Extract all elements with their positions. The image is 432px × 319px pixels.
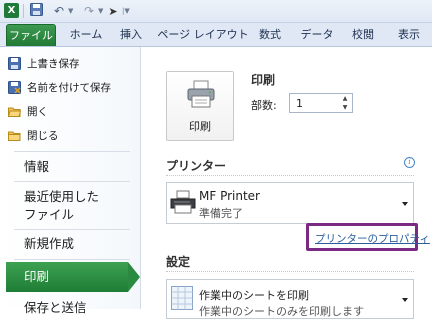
close-command-label: 閉じる <box>27 129 59 142</box>
ribbon-tabs: ファイル ホーム 挿入 ページ レイアウト 数式 データ 校閲 表示 <box>0 23 432 47</box>
tab-view[interactable]: 表示 <box>392 23 426 46</box>
print-scope-description: 作業中のシートのみを印刷します <box>199 305 364 318</box>
printer-dropdown[interactable]: MF Printer 準備完了 <box>166 182 414 224</box>
nav-divider <box>14 151 130 152</box>
printer-icon <box>170 189 196 215</box>
print-button[interactable]: 印刷 <box>166 71 234 141</box>
nav-info[interactable]: 情報 <box>0 158 140 176</box>
tab-page-layout[interactable]: ページ レイアウト <box>154 23 252 46</box>
nav-save-send[interactable]: 保存と送信 <box>0 299 140 317</box>
printer-section-title: プリンター <box>166 159 227 173</box>
close-folder-icon <box>8 129 21 142</box>
save-command-label: 上書き保存 <box>27 57 80 70</box>
nav-recent-line1: 最近使用した <box>24 189 100 204</box>
open-folder-icon <box>7 105 22 118</box>
open-command-label: 開く <box>27 105 48 118</box>
print-scope-name: 作業中のシートを印刷 <box>199 289 309 302</box>
copies-label: 部数: <box>251 99 277 112</box>
info-icon[interactable]: i <box>404 157 415 168</box>
printer-icon <box>186 80 216 108</box>
tab-insert[interactable]: 挿入 <box>114 23 148 46</box>
save-as-command-label: 名前を付けて保存 <box>27 81 111 94</box>
spin-up-icon[interactable]: ▲ <box>340 95 350 103</box>
title-bar: X ↶ ▼ ↷ ▼ ➤ |▼ <box>0 0 432 23</box>
nav-recent-line2: ファイル <box>24 207 75 222</box>
copies-value[interactable]: 1 <box>296 97 303 110</box>
pointer-icon[interactable]: ➤ <box>108 3 118 19</box>
tab-file[interactable]: ファイル <box>6 24 56 46</box>
nav-active-arrow <box>128 262 140 292</box>
print-heading: 印刷 <box>251 73 276 87</box>
printer-name: MF Printer <box>199 189 260 203</box>
section-divider <box>166 271 414 273</box>
printer-properties-link[interactable]: プリンターのプロパティ <box>315 231 430 246</box>
printer-status: 準備完了 <box>199 207 243 220</box>
chevron-down-icon <box>402 298 408 302</box>
chevron-down-icon <box>402 202 408 206</box>
print-button-label: 印刷 <box>189 120 211 133</box>
save-command[interactable]: 上書き保存 <box>8 54 80 72</box>
nav-divider <box>14 259 130 260</box>
nav-new[interactable]: 新規作成 <box>0 235 140 253</box>
undo-dropdown-icon[interactable]: ▼ <box>68 3 73 19</box>
print-pane: 印刷 印刷 部数: 1 ▲ ▼ プリンター i MF Printer 準備完了 … <box>141 47 432 319</box>
close-command[interactable]: 閉じる <box>8 126 59 144</box>
tab-review[interactable]: 校閲 <box>346 23 380 46</box>
tab-home[interactable]: ホーム <box>66 23 106 46</box>
save-as-command[interactable]: 名前を付けて保存 <box>8 78 111 96</box>
redo-icon[interactable]: ↷ <box>82 3 96 19</box>
save-icon <box>8 56 21 70</box>
save-as-icon <box>8 80 21 94</box>
toolbar-separator <box>23 4 24 18</box>
redo-dropdown-icon[interactable]: ▼ <box>98 3 103 19</box>
nav-recent[interactable]: 最近使用した ファイル <box>0 188 140 224</box>
nav-print[interactable]: 印刷 <box>6 262 128 292</box>
undo-icon[interactable]: ↶ <box>52 3 66 19</box>
tab-data[interactable]: データ <box>296 23 338 46</box>
nav-divider <box>14 229 130 230</box>
settings-section-title: 設定 <box>166 255 191 269</box>
copies-spinner[interactable]: 1 ▲ ▼ <box>289 93 353 113</box>
customize-toolbar-icon[interactable]: |▼ <box>122 3 130 19</box>
save-icon[interactable] <box>30 3 43 16</box>
sheet-icon <box>171 286 193 310</box>
nav-divider <box>14 181 130 182</box>
excel-icon[interactable]: X <box>4 3 19 18</box>
section-divider <box>166 175 414 177</box>
open-command[interactable]: 開く <box>7 102 48 120</box>
print-scope-dropdown[interactable]: 作業中のシートを印刷 作業中のシートのみを印刷します <box>166 279 414 319</box>
printer-properties-highlight: プリンターのプロパティ <box>306 223 430 251</box>
tab-formulas[interactable]: 数式 <box>254 23 286 46</box>
spin-down-icon[interactable]: ▼ <box>340 104 350 112</box>
